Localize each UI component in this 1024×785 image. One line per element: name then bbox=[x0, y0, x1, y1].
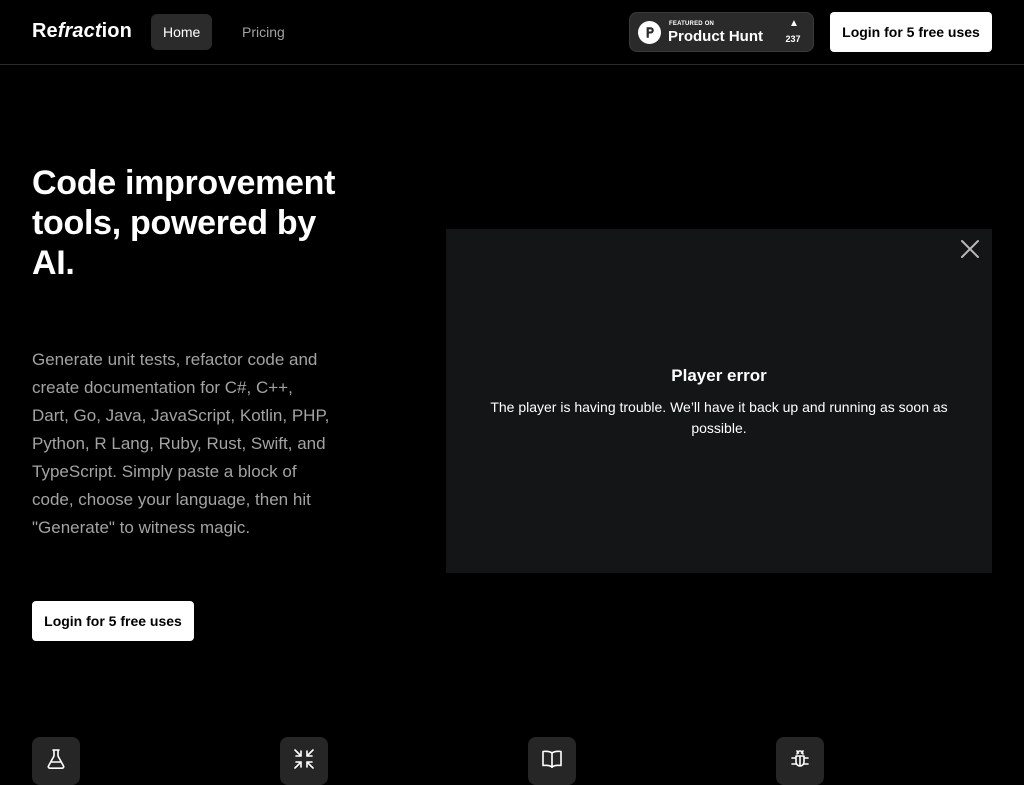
flask-icon bbox=[47, 749, 65, 769]
close-icon[interactable] bbox=[960, 239, 980, 259]
product-hunt-name: Product Hunt bbox=[668, 28, 763, 45]
top-navbar: Refraction Home Pricing FEATURED ON Prod… bbox=[0, 0, 1024, 65]
nav-pricing[interactable]: Pricing bbox=[230, 14, 297, 50]
feature-tile-docs bbox=[528, 737, 576, 785]
feature-tile-tests bbox=[32, 737, 80, 785]
hero-title: Code improvement tools, powered by AI. bbox=[32, 164, 336, 282]
logo-prefix: Re bbox=[32, 20, 58, 42]
hero-login-button[interactable]: Login for 5 free uses bbox=[32, 601, 194, 641]
feature-tile-debug bbox=[776, 737, 824, 785]
feature-tile-refactor bbox=[280, 737, 328, 785]
product-hunt-badge[interactable]: FEATURED ON Product Hunt ▲ 237 bbox=[629, 12, 814, 52]
nav-home[interactable]: Home bbox=[151, 14, 213, 50]
logo-italic: fract bbox=[57, 20, 102, 42]
brand-logo[interactable]: Refraction bbox=[32, 20, 132, 43]
bug-icon bbox=[791, 750, 809, 767]
player-error-title: Player error bbox=[671, 366, 767, 385]
compress-arrows-icon bbox=[294, 749, 314, 769]
book-icon bbox=[542, 750, 562, 768]
product-hunt-logo-icon bbox=[638, 21, 661, 44]
video-player[interactable]: Player error The player is having troubl… bbox=[446, 229, 992, 573]
hero-description: Generate unit tests, refactor code and c… bbox=[32, 350, 330, 537]
upvote-arrow-icon: ▲ bbox=[789, 18, 799, 29]
upvote-count: 237 bbox=[785, 34, 801, 44]
logo-suffix: ion bbox=[101, 20, 132, 42]
product-hunt-featured-label: FEATURED ON bbox=[669, 21, 715, 27]
player-error-message: The player is having trouble. We’ll have… bbox=[490, 399, 948, 436]
header-login-button[interactable]: Login for 5 free uses bbox=[830, 12, 992, 52]
